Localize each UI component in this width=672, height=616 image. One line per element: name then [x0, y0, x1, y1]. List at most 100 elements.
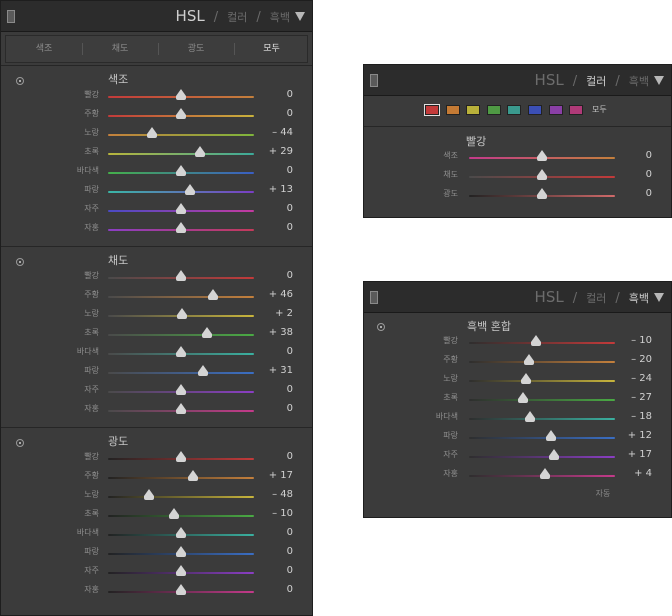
slider-value[interactable]: 0 [1, 384, 293, 395]
panel-grip-icon[interactable] [370, 74, 378, 87]
slider-value[interactable]: + 29 [1, 146, 293, 157]
slider-value[interactable]: – 24 [364, 373, 652, 384]
swatch-red[interactable] [424, 104, 440, 116]
hsl-panel-all: HSL / 컬러 / 흑백 색조 채도 광도 모두 색조 빨강 0 주황 0 노랑 – 44 초록 + … [0, 0, 313, 616]
collapse-triangle-icon[interactable] [654, 293, 664, 302]
slider-value[interactable]: + 2 [1, 308, 293, 319]
mode-hsl[interactable]: HSL [535, 65, 564, 95]
mode-separator: / [572, 74, 578, 89]
slider-value[interactable]: 0 [364, 150, 652, 161]
target-adjust-icon[interactable] [16, 77, 24, 85]
slider-value[interactable]: + 17 [364, 449, 652, 460]
mode-bw[interactable]: 흑백 [270, 3, 290, 33]
mode-separator: / [213, 10, 219, 25]
hsl-row: 빨강 0 [1, 88, 312, 106]
swatch-aqua[interactable] [507, 105, 522, 115]
slider-value[interactable]: – 48 [1, 489, 293, 500]
panel-header[interactable]: HSL / 컬러 / 흑백 [364, 282, 671, 313]
bw-row: 빨강 – 10 [364, 334, 671, 352]
panel-header[interactable]: HSL / 컬러 / 흑백 [364, 65, 671, 96]
slider-value[interactable]: – 27 [364, 392, 652, 403]
hsl-row: 주황 + 17 [1, 469, 312, 487]
hsl-row: 자주 0 [1, 202, 312, 220]
slider-value[interactable]: 0 [1, 451, 293, 462]
mode-hsl[interactable]: HSL [176, 1, 205, 31]
slider-value[interactable]: + 17 [1, 470, 293, 481]
slider-value[interactable]: + 4 [364, 468, 652, 479]
color-row: 색조 0 [364, 149, 671, 167]
tab-luminance[interactable]: 광도 [158, 36, 234, 62]
slider-value[interactable]: + 31 [1, 365, 293, 376]
section-divider [1, 65, 312, 66]
collapse-triangle-icon[interactable] [654, 76, 664, 85]
slider-value[interactable]: + 46 [1, 289, 293, 300]
swatch-orange[interactable] [445, 105, 460, 115]
slider-value[interactable]: 0 [1, 527, 293, 538]
hsl-row: 주황 + 46 [1, 288, 312, 306]
slider-value[interactable]: 0 [1, 403, 293, 414]
slider-value[interactable]: 0 [1, 565, 293, 576]
panel-grip-icon[interactable] [370, 291, 378, 304]
hsl-row: 노랑 – 48 [1, 488, 312, 506]
hsl-row: 파랑 0 [1, 545, 312, 563]
color-row: 광도 0 [364, 187, 671, 205]
collapse-triangle-icon[interactable] [295, 12, 305, 21]
mode-separator: / [256, 10, 261, 25]
slider-value[interactable]: 0 [1, 89, 293, 100]
target-adjust-icon[interactable] [16, 258, 24, 266]
hsl-row: 초록 + 38 [1, 326, 312, 344]
color-row: 채도 0 [364, 168, 671, 186]
slider-value[interactable]: – 18 [364, 411, 652, 422]
slider-value[interactable]: 0 [1, 203, 293, 214]
panel-grip-icon[interactable] [7, 10, 15, 23]
slider-value[interactable]: 0 [364, 188, 652, 199]
slider-value[interactable]: 0 [1, 270, 293, 281]
mode-color[interactable]: 컬러 [586, 67, 606, 97]
slider-value[interactable]: 0 [1, 108, 293, 119]
tab-saturation[interactable]: 채도 [82, 36, 158, 62]
mode-bw[interactable]: 흑백 [629, 284, 649, 314]
slider-value[interactable]: – 20 [364, 354, 652, 365]
section-title: 색조 [108, 73, 129, 86]
target-adjust-icon[interactable] [377, 323, 385, 331]
swatch-all-label[interactable]: 모두 [592, 104, 607, 115]
hsl-row: 파랑 + 31 [1, 364, 312, 382]
slider-value[interactable]: – 10 [1, 508, 293, 519]
slider-value[interactable]: 0 [364, 169, 652, 180]
hsl-row: 노랑 + 2 [1, 307, 312, 325]
slider-value[interactable]: + 13 [1, 184, 293, 195]
slider-value[interactable]: 0 [1, 222, 293, 233]
mode-color[interactable]: 컬러 [586, 284, 606, 314]
swatch-yellow[interactable] [466, 105, 481, 115]
target-adjust-icon[interactable] [16, 439, 24, 447]
mode-bw[interactable]: 흑백 [629, 67, 649, 97]
tab-all[interactable]: 모두 [234, 36, 309, 62]
section-divider [364, 126, 671, 127]
mode-switch: HSL / 컬러 / 흑백 [535, 282, 649, 312]
slider-value[interactable]: – 10 [364, 335, 652, 346]
hsl-row: 초록 – 10 [1, 507, 312, 525]
swatch-green[interactable] [486, 105, 501, 115]
slider-value[interactable]: 0 [1, 165, 293, 176]
bw-mix-title: 흑백 혼합 [467, 320, 511, 333]
hsl-row: 자홍 0 [1, 583, 312, 601]
bw-row: 바다색 – 18 [364, 410, 671, 428]
tab-hue[interactable]: 색조 [6, 36, 82, 62]
slider-value[interactable]: 0 [1, 346, 293, 357]
slider-value[interactable]: – 44 [1, 127, 293, 138]
hsl-row: 파랑 + 13 [1, 183, 312, 201]
color-title: 빨강 [466, 135, 487, 148]
hsl-row: 자주 0 [1, 383, 312, 401]
mode-color[interactable]: 컬러 [227, 3, 247, 33]
mode-hsl[interactable]: HSL [535, 282, 564, 312]
bw-row: 파랑 + 12 [364, 429, 671, 447]
slider-value[interactable]: + 12 [364, 430, 652, 441]
swatch-purple[interactable] [548, 105, 563, 115]
slider-value[interactable]: + 38 [1, 327, 293, 338]
slider-value[interactable]: 0 [1, 546, 293, 557]
panel-header[interactable]: HSL / 컬러 / 흑백 [1, 1, 312, 32]
swatch-blue[interactable] [528, 105, 542, 115]
auto-button[interactable]: 자동 [590, 488, 616, 499]
slider-value[interactable]: 0 [1, 584, 293, 595]
swatch-magenta[interactable] [569, 105, 584, 115]
